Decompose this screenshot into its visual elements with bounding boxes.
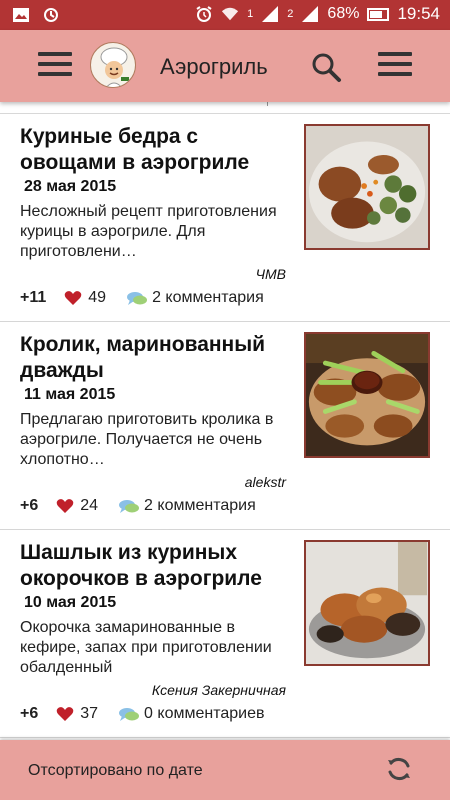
- sort-label[interactable]: Отсортировано по дате: [28, 762, 203, 780]
- comments-icon: [127, 292, 148, 305]
- recipe-comments[interactable]: 0 комментариев: [144, 705, 264, 723]
- recipe-stats: +6 24 2 комментария: [20, 497, 256, 515]
- recipe-excerpt: Окорочка замаринованные в кефире, запах …: [20, 619, 272, 676]
- recipe-date: 28 мая 2015: [24, 178, 117, 195]
- sort-bar: Отсортировано по дате: [0, 740, 450, 800]
- recipe-title[interactable]: Куриные бедра с овощами в аэрогриле: [20, 124, 290, 176]
- recipe-thumbnail[interactable]: [304, 332, 430, 458]
- recipe-stats: +11 49 2 комментария: [20, 289, 264, 307]
- clock: 19:54: [397, 4, 440, 23]
- recipe-list[interactable]: Куриные бедра с овощами в аэрогриле 28 м…: [0, 102, 450, 740]
- recipe-comments[interactable]: 2 комментария: [152, 289, 264, 307]
- recipe-card[interactable]: Кролик, маринованный дважды 11 мая 2015 …: [0, 322, 450, 530]
- comments-icon: [119, 708, 140, 721]
- recipe-rating: +11: [20, 289, 47, 306]
- recipe-likes: 24: [80, 497, 99, 514]
- heart-icon[interactable]: [56, 706, 74, 722]
- page-title: Аэрогриль: [160, 54, 268, 79]
- alarm-icon: [196, 6, 212, 22]
- wifi-icon: [222, 7, 239, 21]
- sync-icon: [44, 8, 58, 22]
- status-bar: 1 2 68% 19:54: [0, 0, 450, 30]
- recipe-thumbnail[interactable]: [304, 124, 430, 250]
- sim-slot-1: 1: [247, 8, 254, 20]
- signal-icon: [262, 6, 279, 22]
- refresh-icon[interactable]: [384, 754, 414, 784]
- recipe-excerpt: Несложный рецепт приготовления курицы в …: [20, 203, 277, 260]
- recipe-excerpt: Предлагаю приготовить кролика в аэрогрил…: [20, 411, 274, 468]
- signal-icon: [302, 6, 319, 22]
- sim-slot-2: 2: [287, 8, 294, 20]
- chef-logo-icon: [90, 42, 136, 88]
- recipe-date: 11 мая 2015: [24, 386, 116, 403]
- recipe-title[interactable]: Шашлык из куриных окорочков в аэрогриле: [20, 540, 290, 592]
- battery-icon: [367, 7, 390, 21]
- overflow-menu-icon[interactable]: [378, 52, 412, 80]
- hamburger-menu-icon[interactable]: [38, 52, 72, 80]
- list-divider: [0, 102, 450, 114]
- recipe-thumbnail[interactable]: [304, 540, 430, 666]
- heart-icon[interactable]: [56, 498, 74, 514]
- recipe-stats: +6 37 0 комментариев: [20, 705, 264, 723]
- search-icon[interactable]: [310, 51, 342, 83]
- recipe-rating: +6: [20, 497, 39, 514]
- app-toolbar: Аэрогриль: [0, 30, 450, 102]
- comments-icon: [119, 500, 140, 513]
- recipe-author: ЧМВ: [255, 266, 286, 282]
- heart-icon[interactable]: [64, 290, 82, 306]
- recipe-comments[interactable]: 2 комментария: [144, 497, 256, 515]
- recipe-likes: 37: [80, 705, 99, 722]
- recipe-rating: +6: [20, 705, 39, 722]
- recipe-date: 10 мая 2015: [24, 594, 117, 611]
- recipe-author: Ксения Закерничная: [151, 682, 286, 698]
- recipe-likes: 49: [88, 289, 107, 306]
- battery-percent: 68%: [327, 5, 360, 22]
- recipe-title[interactable]: Кролик, маринованный дважды: [20, 332, 290, 384]
- recipe-author: alekstr: [244, 474, 286, 490]
- recipe-card[interactable]: Куриные бедра с овощами в аэрогриле 28 м…: [0, 114, 450, 322]
- recipe-card[interactable]: Шашлык из куриных окорочков в аэрогриле …: [0, 530, 450, 738]
- gallery-icon: [13, 8, 29, 22]
